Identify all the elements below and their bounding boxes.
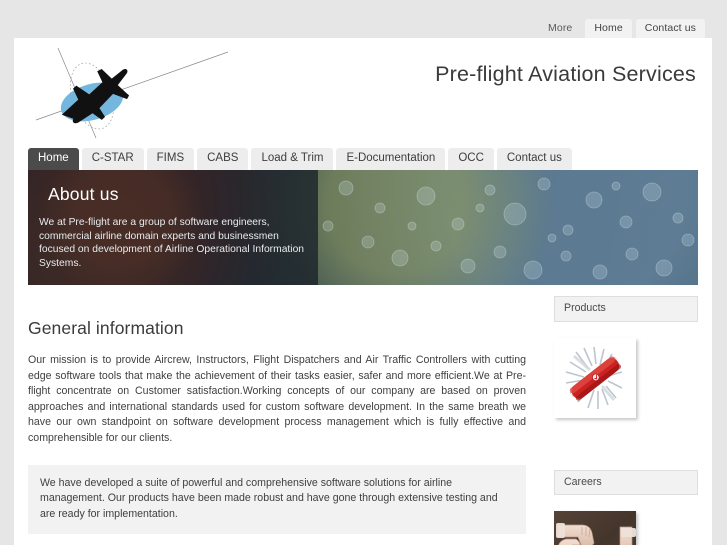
highlight-callout: We have developed a suite of powerful an… <box>28 464 526 535</box>
site-header: Pre-flight Aviation Services <box>14 38 712 146</box>
tab-c-star[interactable]: C-STAR <box>81 148 144 170</box>
site-title: Pre-flight Aviation Services <box>435 62 696 86</box>
tab-contact-us[interactable]: Contact us <box>496 148 572 170</box>
tab-cabs[interactable]: CABS <box>197 148 249 170</box>
sidebar-widget-title-careers[interactable]: Careers <box>554 469 698 496</box>
tab-fims[interactable]: FIMS <box>146 148 195 170</box>
page-card: Pre-flight Aviation Services Home C-STAR… <box>14 38 712 545</box>
hero-banner: About us We at Pre-flight are a group of… <box>28 170 698 285</box>
main-tab-bar: Home C-STAR FIMS CABS Load & Trim E-Docu… <box>28 147 572 170</box>
tab-home[interactable]: Home <box>28 148 79 170</box>
topnav-item-contact-us[interactable]: Contact us <box>635 18 705 38</box>
hero-description: We at Pre-flight are a group of software… <box>39 217 305 269</box>
topnav-item-more[interactable]: More <box>539 19 581 39</box>
airplane-logo-icon[interactable] <box>22 44 232 140</box>
topnav-item-home[interactable]: Home <box>585 18 632 38</box>
sidebar-widget-title-products[interactable]: Products <box>554 296 698 322</box>
top-utility-nav: More Home Contact us <box>0 0 727 38</box>
content-area: General information Our mission is to pr… <box>28 296 698 545</box>
general-information-paragraph: Our mission is to provide Aircrew, Instr… <box>28 354 526 444</box>
tab-occ[interactable]: OCC <box>448 148 494 170</box>
tab-e-documentation[interactable]: E-Documentation <box>336 148 446 170</box>
swiss-army-knife-thumbnail[interactable] <box>554 337 636 418</box>
hero-title: About us <box>48 184 119 204</box>
tab-load-and-trim[interactable]: Load & Trim <box>251 148 334 170</box>
joined-hands-teamwork-thumbnail[interactable] <box>554 511 636 545</box>
main-column: General information Our mission is to pr… <box>28 296 538 545</box>
sidebar-column: Products Careers <box>554 296 698 545</box>
page-title: General information <box>28 318 184 338</box>
